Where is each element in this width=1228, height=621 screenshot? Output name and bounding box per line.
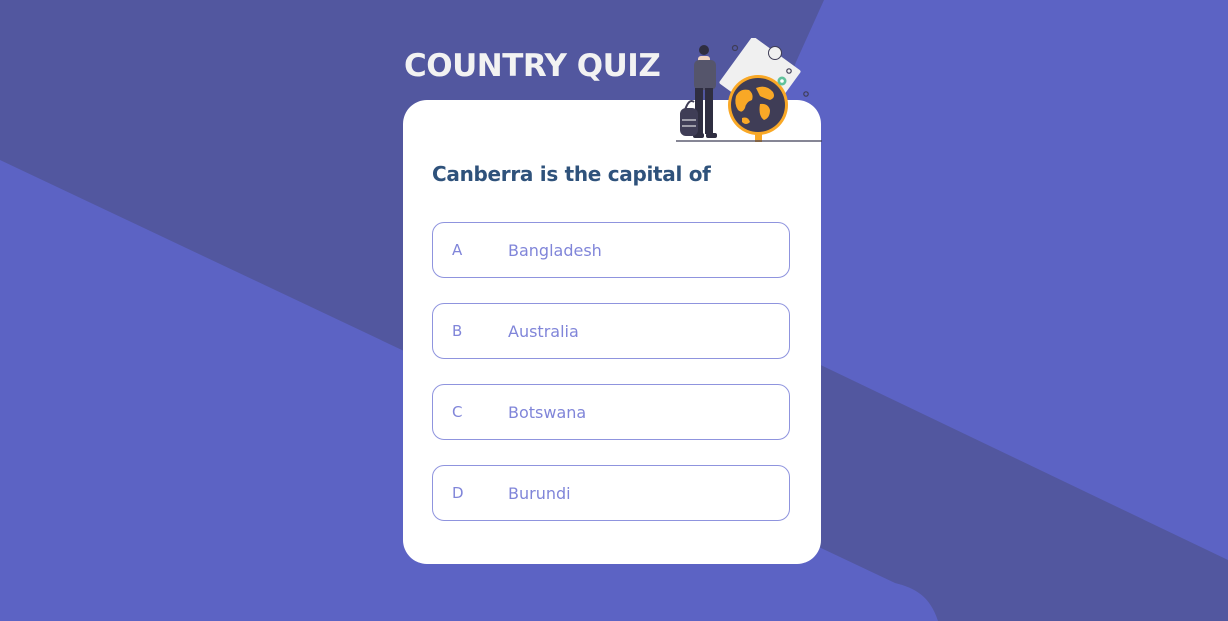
answer-option-d[interactable]: D Burundi xyxy=(432,465,790,521)
answer-option-a[interactable]: A Bangladesh xyxy=(432,222,790,278)
option-text: Botswana xyxy=(508,402,587,422)
quiz-page: COUNTRY QUIZ Canberra is the capital of … xyxy=(0,0,1228,621)
traveler-with-globe-icon xyxy=(676,38,822,142)
answer-option-b[interactable]: B Australia xyxy=(432,303,790,359)
option-letter: C xyxy=(452,403,463,421)
option-text: Bangladesh xyxy=(508,240,602,260)
option-letter: B xyxy=(452,322,463,340)
quiz-card: Canberra is the capital of A Bangladesh … xyxy=(403,100,821,564)
page-title: COUNTRY QUIZ xyxy=(404,48,661,84)
answer-option-c[interactable]: C Botswana xyxy=(432,384,790,440)
option-letter: D xyxy=(452,484,464,502)
option-letter: A xyxy=(452,241,463,259)
question-text: Canberra is the capital of xyxy=(432,162,711,186)
option-text: Burundi xyxy=(508,483,571,503)
option-text: Australia xyxy=(508,321,579,341)
